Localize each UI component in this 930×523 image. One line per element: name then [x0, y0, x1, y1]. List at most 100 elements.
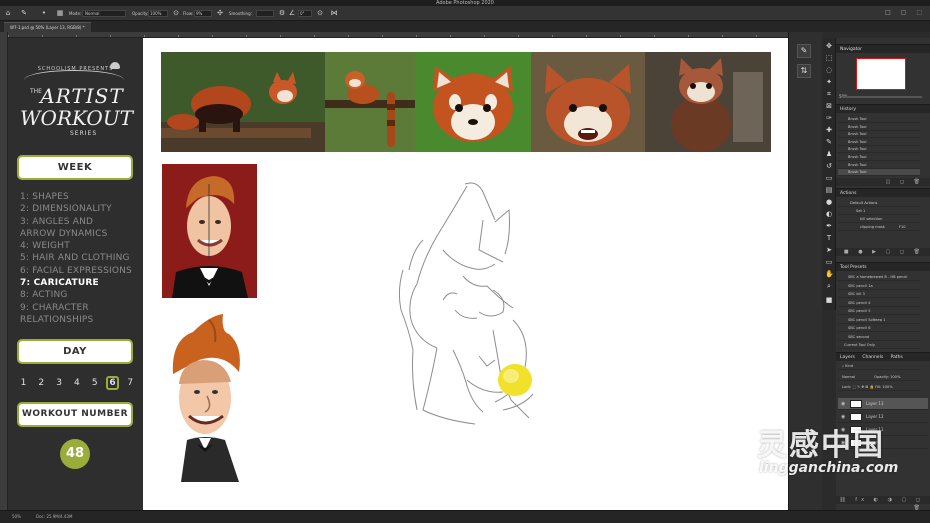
symmetry-icon[interactable]: ⋈: [330, 9, 338, 17]
layer-opacity-value[interactable]: 100%: [890, 375, 900, 379]
home-icon[interactable]: ⌂: [4, 9, 12, 17]
lasso-tool-icon[interactable]: ◌: [825, 66, 833, 74]
blur-tool-icon[interactable]: ●: [825, 198, 833, 206]
history-item[interactable]: Brush Tool: [838, 139, 920, 146]
eraser-tool-icon[interactable]: ▭: [825, 174, 833, 182]
document-tab[interactable]: W7-1.psd @ 50% (Layer 13, RGB/8) *: [4, 22, 91, 32]
dodge-tool-icon[interactable]: ◐: [825, 210, 833, 218]
red-panda-photo-4: [531, 52, 645, 152]
action-item[interactable]: kill selection: [838, 216, 920, 223]
frame-tool-icon[interactable]: ⊠: [825, 102, 833, 110]
tool-presets-panel-header[interactable]: Tool Presets: [836, 262, 930, 271]
tab-paths[interactable]: Paths: [891, 355, 903, 360]
pressure-size-icon[interactable]: ⊙: [316, 9, 324, 17]
pen-tool-icon[interactable]: ✒: [825, 222, 833, 230]
week-item: 9: CHARACTER: [20, 302, 89, 313]
rectangle-tool-icon[interactable]: ▭: [825, 258, 833, 266]
clone-stamp-tool-icon[interactable]: ♟: [825, 150, 833, 158]
week-item: 8: ACTING: [20, 290, 68, 301]
move-tool-icon[interactable]: ✥: [825, 42, 833, 50]
marquee-tool-icon[interactable]: ⬚: [825, 54, 833, 62]
navigator-thumbnail[interactable]: [856, 58, 906, 90]
type-tool-icon[interactable]: T: [825, 234, 833, 242]
brush-settings-icon[interactable]: •: [40, 9, 48, 17]
blend-mode-dropdown[interactable]: Normal: [842, 375, 855, 379]
history-brush-tool-icon[interactable]: ↺: [825, 162, 833, 170]
layer-filter-kind[interactable]: ⌕ Kind: [838, 363, 920, 370]
window-controls[interactable]: □ ▢ ⬚: [885, 9, 926, 16]
clone-source-panel-button[interactable]: ⇅: [797, 64, 811, 78]
layer-blend-row: Normal Opacity: 100%: [838, 374, 920, 381]
eyedropper-tool-icon[interactable]: ✑: [825, 114, 833, 122]
history-panel-header[interactable]: History: [836, 104, 930, 113]
history-item[interactable]: Brush Tool: [838, 162, 920, 169]
brush-settings-panel-button[interactable]: ✎: [797, 44, 811, 58]
history-item[interactable]: Brush Tool: [838, 154, 920, 161]
layer-row[interactable]: ◉ Layer 13: [838, 398, 928, 410]
action-item[interactable]: Set 1: [838, 208, 920, 215]
action-item-label: clipping mask: [860, 225, 885, 229]
tool-preset-item[interactable]: SBC pencil 5: [838, 308, 920, 315]
status-zoom[interactable]: 50%: [12, 514, 21, 519]
tool-preset-item[interactable]: SBC pencil Softeep 1: [838, 317, 920, 324]
status-doc-info: Doc: 25.9M/4.43M: [36, 514, 73, 519]
day-item-6: 6: [106, 376, 119, 390]
navigator-zoom-slider[interactable]: [842, 96, 922, 98]
tool-preset-item[interactable]: SBC a homebrewed B - HB pencil: [838, 274, 920, 281]
tool-preset-item[interactable]: SBC pencil 4: [838, 300, 920, 307]
zoom-tool-icon[interactable]: ⌕: [825, 282, 833, 290]
history-item[interactable]: Brush Tool: [838, 131, 920, 139]
tool-preset-item[interactable]: SBC pencil 1a: [838, 283, 920, 290]
action-item[interactable]: clipping mask F10: [838, 224, 920, 231]
pressure-opacity-icon[interactable]: ⊙: [172, 9, 180, 17]
eye-icon[interactable]: ◉: [841, 398, 845, 410]
course-sidebar: SCHOOLISM PRESENTS THE ARTIST WORKOUT SE…: [8, 38, 143, 510]
angle-value: 0°: [300, 11, 305, 16]
photoshop-window: Adobe Photoshop 2020 ⌂ ✎ • ▦ Mode: Norma…: [0, 0, 930, 523]
healing-brush-tool-icon[interactable]: ✚: [825, 126, 833, 134]
quick-select-tool-icon[interactable]: ✦: [825, 78, 833, 86]
brush-panel-icon[interactable]: ▦: [56, 9, 64, 17]
smoothing-settings-icon[interactable]: ⚙: [278, 9, 286, 17]
navigator-panel-header[interactable]: Navigator: [836, 44, 930, 53]
action-item-label: Set 1: [856, 209, 866, 213]
fill-value[interactable]: 100%: [882, 385, 892, 389]
action-shortcut-key: F10: [898, 225, 906, 229]
red-panda-reference-strip: [161, 52, 771, 152]
tool-preset-item[interactable]: SBC second: [838, 334, 920, 341]
hand-tool-icon[interactable]: ✋: [825, 270, 834, 278]
crop-tool-icon[interactable]: ⌗: [825, 90, 833, 98]
history-item[interactable]: Brush Tool: [838, 146, 920, 154]
layers-panel-header: Layers Channels Paths: [836, 352, 930, 361]
history-item[interactable]: Brush Tool: [838, 124, 920, 131]
tool-preset-item[interactable]: SBC kill 3: [838, 291, 920, 298]
document-canvas[interactable]: [143, 38, 788, 510]
history-item[interactable]: Brush Tool: [838, 116, 920, 123]
history-item[interactable]: Brush Tool: [838, 169, 920, 177]
brush-tool-icon[interactable]: ✎: [825, 138, 833, 146]
tool-presets-title: Tool Presets: [840, 265, 867, 270]
week-item: ARROW DYNAMICS: [20, 228, 108, 239]
day-item-2: 2: [38, 378, 45, 388]
gradient-tool-icon[interactable]: ▤: [825, 186, 833, 194]
airbrush-icon[interactable]: ✣: [216, 9, 224, 17]
smoothing-field[interactable]: [256, 10, 274, 17]
layer-name: Layer 13: [866, 401, 884, 406]
lock-icons[interactable]: ⬚ ✎ ✥ ⊠ 🔒: [853, 385, 876, 389]
actions-panel-header[interactable]: Actions: [836, 188, 930, 197]
history-title: History: [840, 107, 857, 112]
tab-channels[interactable]: Channels: [862, 355, 883, 360]
layers-footer: ⛓ fx ◐ ◑ ▢ ◻ 🗑: [836, 496, 930, 511]
week-list: 1: SHAPES 2: DIMENSIONALITY 3: ANGLES AND …: [20, 191, 145, 326]
path-selection-tool-icon[interactable]: ➤: [825, 246, 833, 254]
vertical-ruler: [0, 32, 8, 510]
brush-tool-preset-icon[interactable]: ✎: [20, 9, 28, 17]
action-item[interactable]: Default Actions: [838, 200, 920, 207]
tab-layers[interactable]: Layers: [840, 355, 855, 360]
week-item: 2: DIMENSIONALITY: [20, 204, 112, 215]
current-tool-only-checkbox[interactable]: Current Tool Only: [838, 342, 920, 349]
tool-preset-item[interactable]: SBC pencil 6: [838, 325, 920, 332]
action-item-label: Default Actions: [850, 201, 878, 205]
foreground-color-swatch[interactable]: ■: [825, 296, 833, 304]
tools-panel: ✥ ⬚ ◌ ✦ ⌗ ⊠ ✑ ✚ ✎ ♟ ↺ ▭ ▤ ● ◐ ✒ T ➤ ▭ ✋ …: [822, 38, 836, 310]
